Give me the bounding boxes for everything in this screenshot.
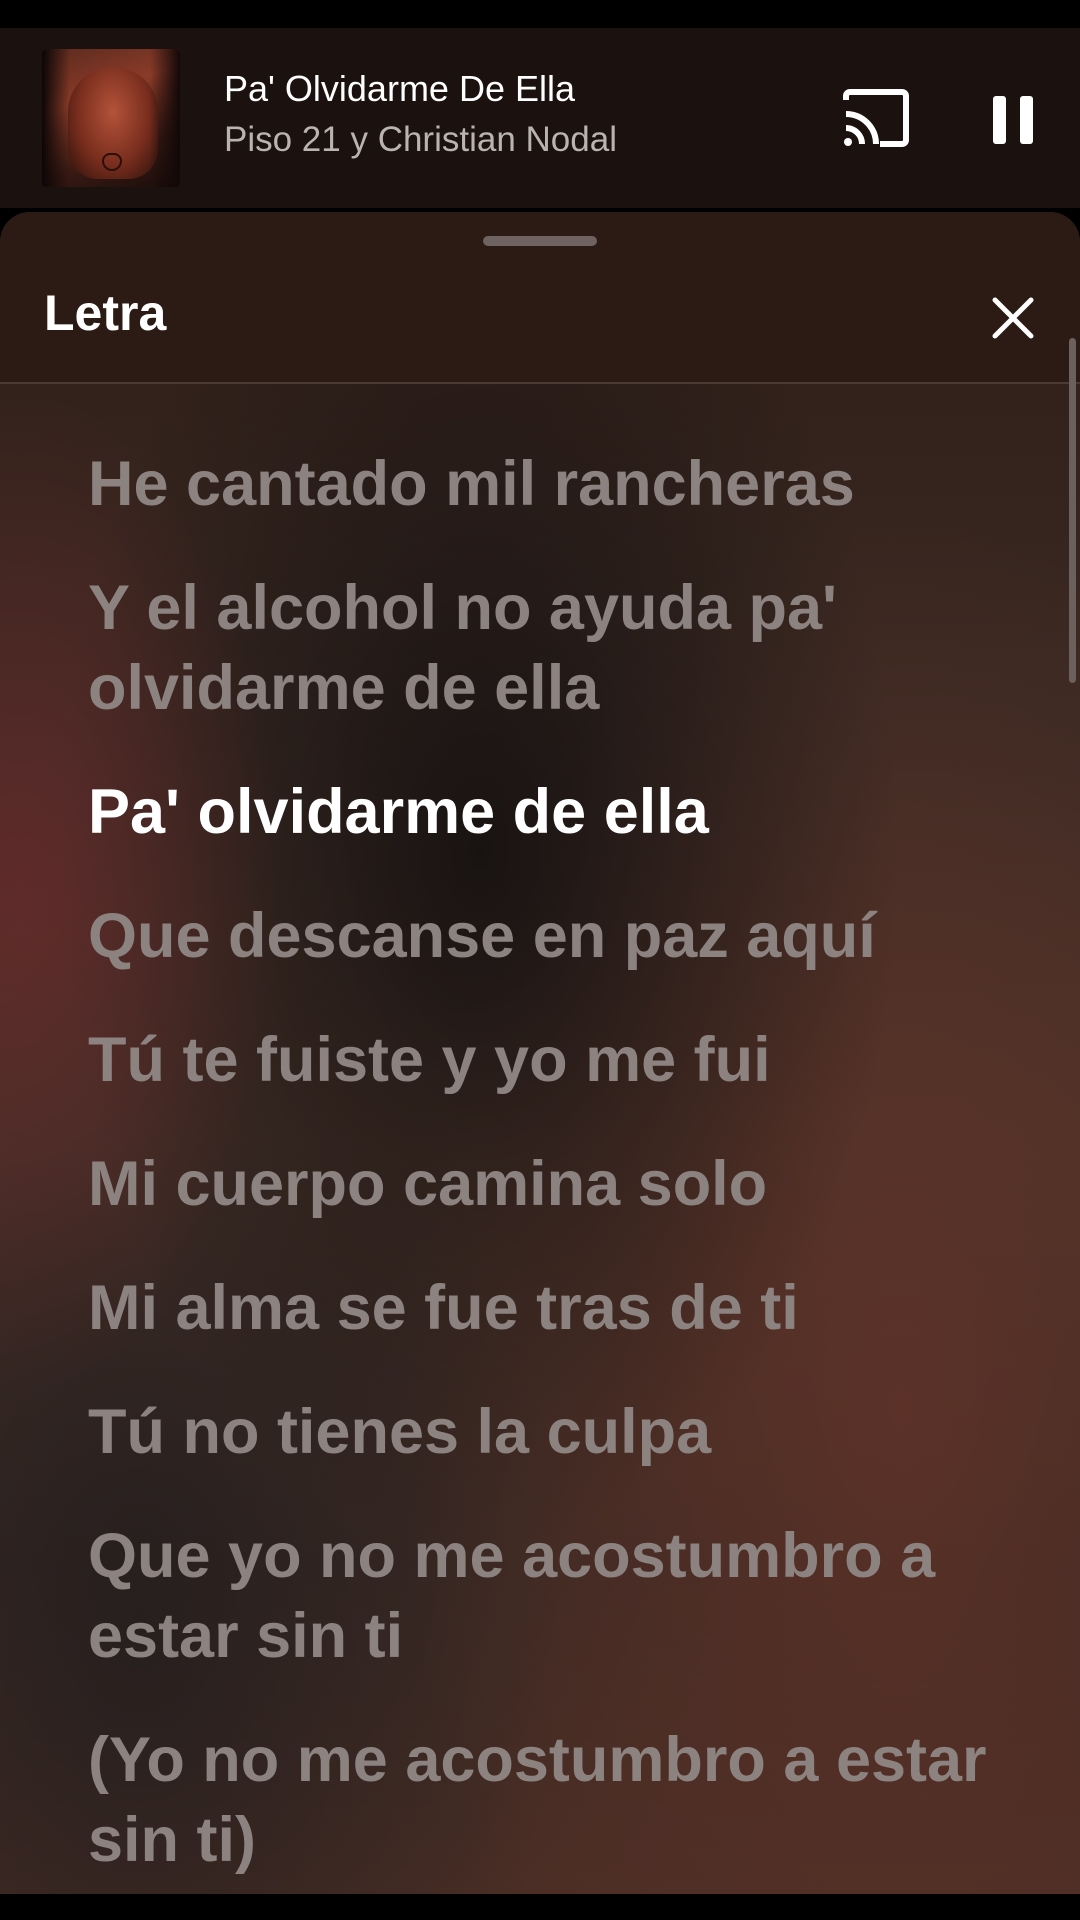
lyrics-list: He cantado mil rancheras Y el alcohol no… [88,444,988,1902]
cast-icon [843,89,909,147]
lyric-line[interactable]: Mi cuerpo camina solo [88,1144,988,1224]
song-artist[interactable]: Piso 21 y Christian Nodal [224,120,617,160]
navigation-bar [0,1894,1080,1920]
album-art-shade-left [42,49,70,187]
album-art[interactable] [42,49,180,187]
lyric-line[interactable]: Que descanse en paz aquí [88,896,988,976]
lyric-line[interactable]: He cantado mil rancheras [88,444,988,524]
close-icon [992,297,1034,339]
lyric-line[interactable]: Mi alma se fue tras de ti [88,1268,988,1348]
lyrics-scrollbar[interactable] [1069,338,1076,683]
lyrics-header: Letra [0,212,1080,384]
cast-button[interactable] [842,88,910,148]
lyrics-screen: Pa' Olvidarme De Ella Piso 21 y Christia… [0,0,1080,1920]
drag-handle[interactable] [483,236,597,246]
lyrics-title: Letra [44,285,167,341]
lyric-line[interactable]: Y el alcohol no ayuda pa' olvidarme de e… [88,568,988,728]
lyrics-sheet: Letra He cantado mil rancheras Y el alco… [0,212,1080,1902]
song-title[interactable]: Pa' Olvidarme De Ella [224,68,575,110]
close-button[interactable] [985,290,1041,346]
lyric-line-active[interactable]: Pa' olvidarme de ella [88,772,988,852]
status-bar [0,0,1080,28]
pause-icon [993,96,1033,144]
mini-player[interactable]: Pa' Olvidarme De Ella Piso 21 y Christia… [0,28,1080,208]
lyric-line[interactable]: Tú te fuiste y yo me fui [88,1020,988,1100]
lyric-line[interactable]: Tú no tienes la culpa [88,1392,988,1472]
pause-button[interactable] [985,90,1041,150]
album-art-shade-right [150,49,180,187]
lyric-line[interactable]: (Yo no me acostumbro a estar sin ti) [88,1720,988,1880]
lyric-line[interactable]: Que yo no me acostumbro a estar sin ti [88,1516,988,1676]
